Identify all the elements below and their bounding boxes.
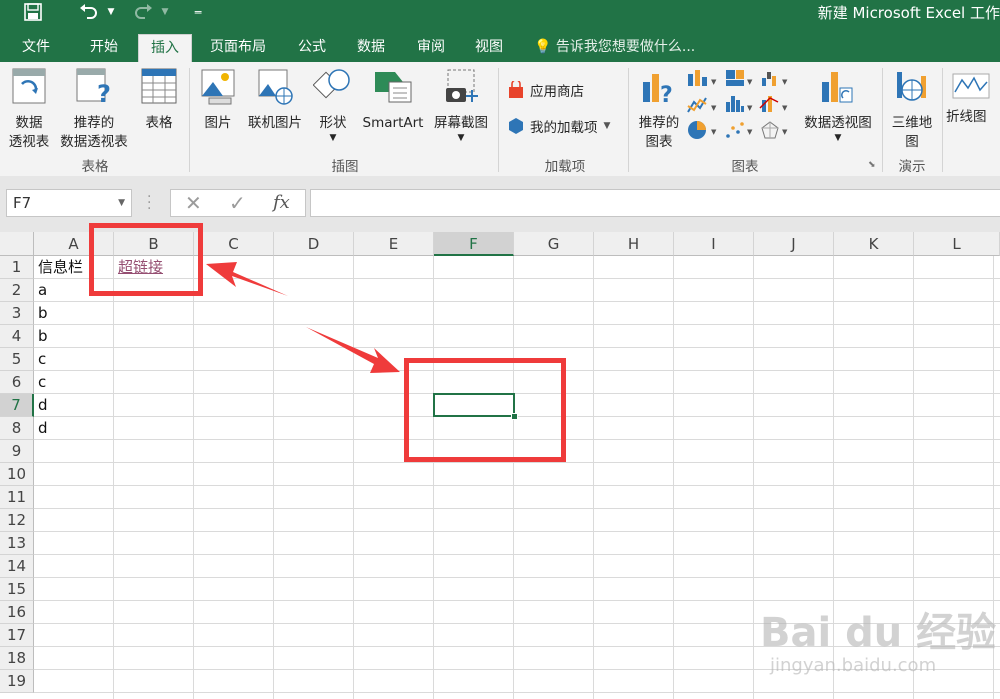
arrow-to-target-cell (306, 327, 400, 373)
annotation-arrows (206, 262, 400, 373)
baidu-watermark-logo: Bai du 经验 (760, 610, 997, 656)
arrow-to-hyperlink (206, 262, 288, 296)
baidu-watermark-url: jingyan.baidu.com (770, 655, 937, 676)
